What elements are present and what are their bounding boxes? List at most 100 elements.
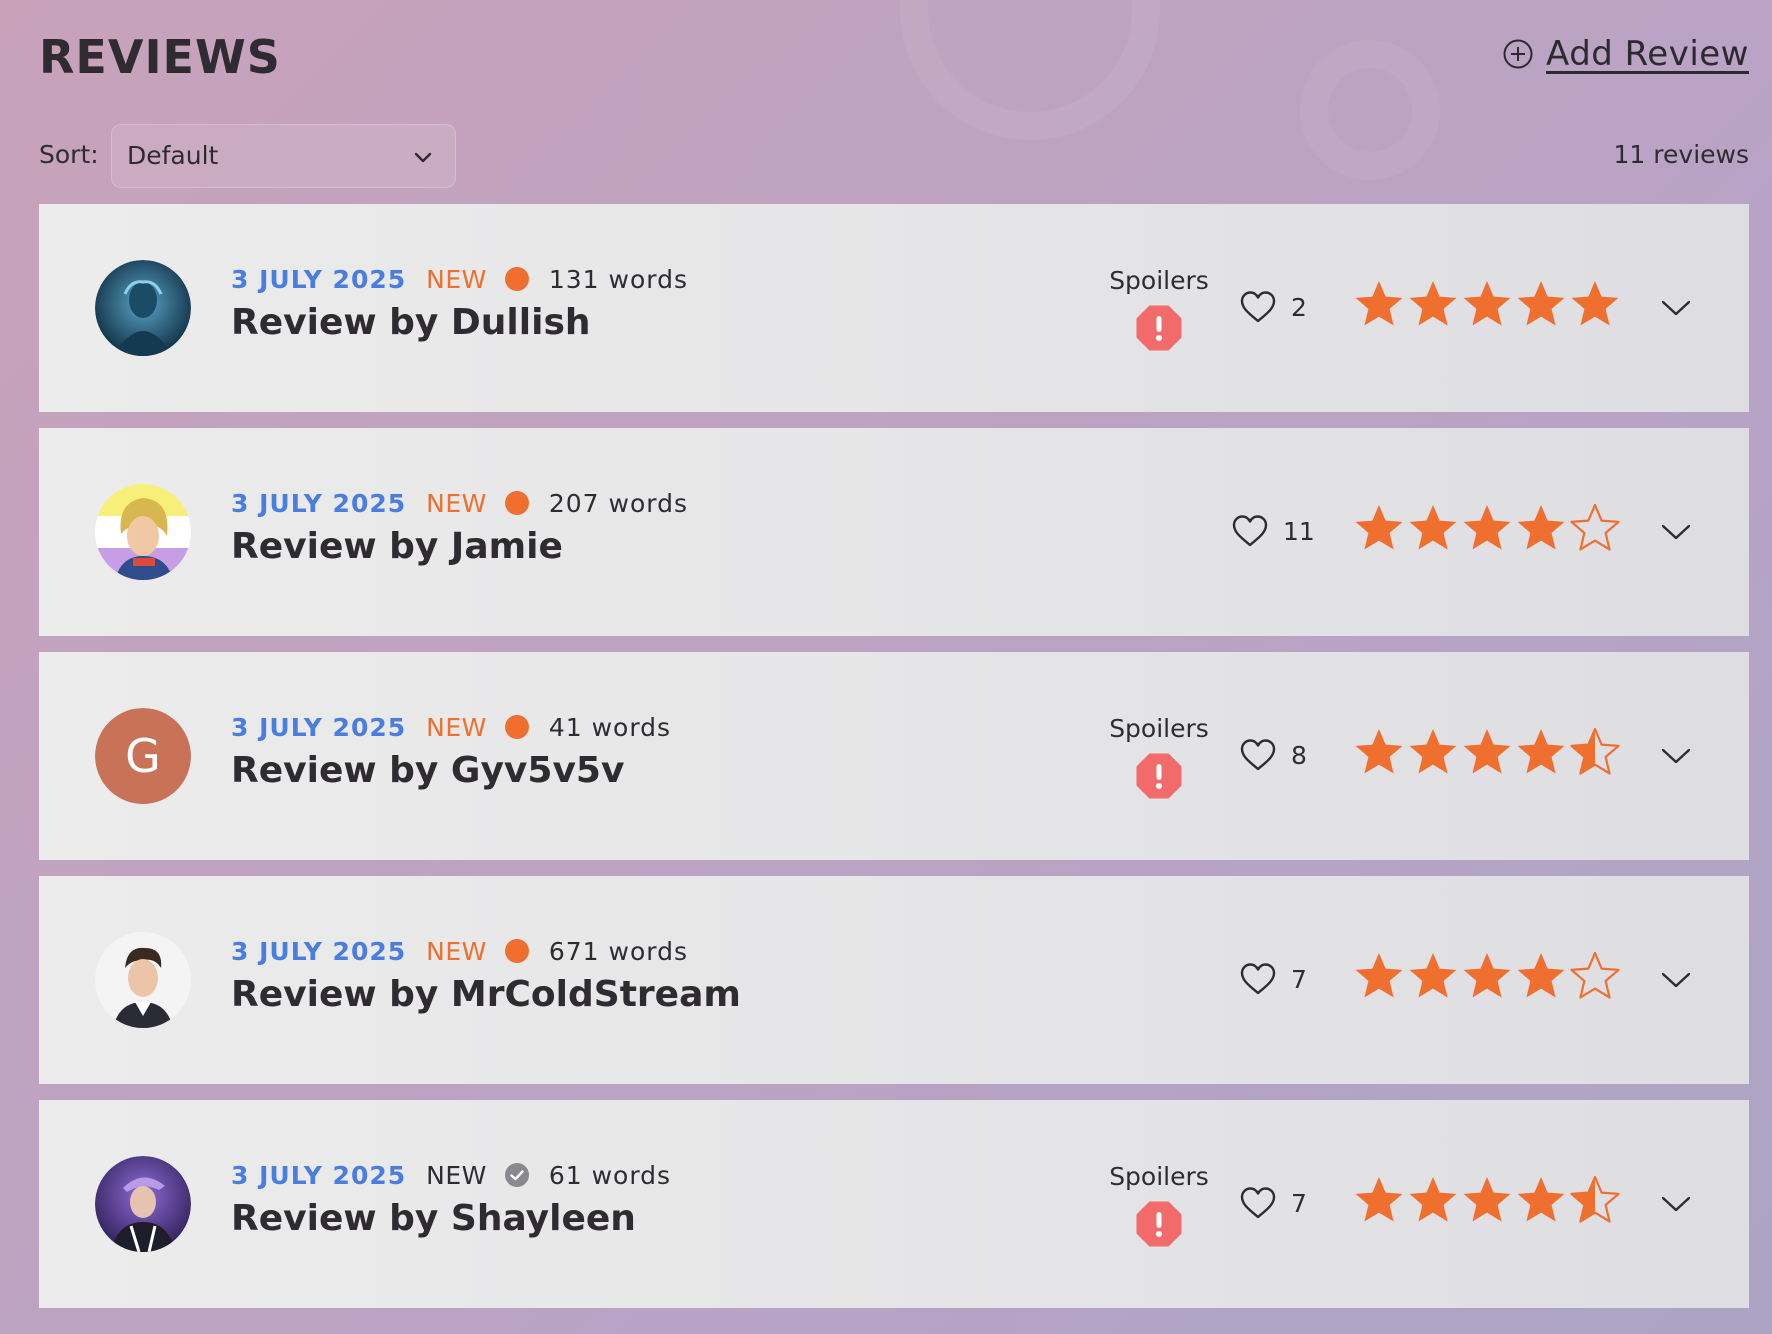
star-filled-icon [1409, 953, 1457, 998]
new-tag: NEW [426, 712, 487, 742]
review-title[interactable]: Review by Gyv5v5v [231, 750, 624, 791]
review-card[interactable]: 3 JULY 2025 NEW 671 words Review by MrColdS… [39, 876, 1749, 1084]
review-title[interactable]: Review by MrColdStream [231, 974, 741, 1015]
sort-dropdown[interactable]: Default [111, 124, 456, 188]
sort-bar: Sort: Default 11 reviews [39, 124, 1749, 188]
like-count: 2 [1291, 292, 1307, 322]
word-count: 207 words [548, 488, 688, 518]
star-filled-icon [1409, 1177, 1457, 1222]
review-meta: 3 JULY 2025 NEW 671 words [231, 936, 688, 966]
add-review-button[interactable]: Add Review [1502, 34, 1749, 74]
star-half-icon [1570, 727, 1620, 775]
sort-label: Sort: [39, 140, 99, 169]
avatar[interactable] [95, 932, 191, 1028]
page-title: REVIEWS [39, 30, 281, 84]
chevron-down-icon[interactable] [1661, 968, 1691, 992]
like-button[interactable]: 2 [1239, 290, 1307, 324]
avatar-letter: G [125, 729, 161, 783]
review-date: 3 JULY 2025 [231, 488, 407, 518]
heart-icon [1232, 515, 1268, 547]
like-count: 7 [1291, 1188, 1307, 1218]
review-meta: 3 JULY 2025 NEW 61 words [231, 1160, 671, 1190]
heart-icon [1240, 291, 1276, 323]
spoiler-warning-icon [1136, 305, 1182, 351]
star-filled-icon [1517, 505, 1565, 550]
new-status-dot-icon [504, 715, 529, 739]
spoiler-warning-icon [1136, 753, 1182, 799]
star-filled-icon [1463, 505, 1511, 550]
like-button[interactable]: 8 [1239, 738, 1307, 772]
avatar[interactable] [95, 1156, 191, 1252]
avatar[interactable]: G [95, 708, 191, 804]
star-filled-icon [1517, 729, 1565, 774]
avatar[interactable] [95, 260, 191, 356]
star-rating [1353, 726, 1621, 778]
add-review-label: Add Review [1546, 34, 1749, 74]
word-count: 41 words [548, 712, 672, 742]
review-card[interactable]: 3 JULY 2025 NEW 131 words Review by Dullish… [39, 204, 1749, 412]
review-title[interactable]: Review by Jamie [231, 526, 563, 567]
star-filled-icon [1463, 953, 1511, 998]
review-meta: 3 JULY 2025 NEW 41 words [231, 712, 671, 742]
star-rating [1353, 278, 1621, 330]
new-tag: NEW [426, 936, 487, 966]
review-date: 3 JULY 2025 [231, 264, 407, 294]
spoilers-indicator: Spoilers [1109, 266, 1209, 351]
star-filled-icon [1355, 281, 1403, 326]
word-count: 61 words [548, 1160, 672, 1190]
review-list: 3 JULY 2025 NEW 131 words Review by Dullish… [39, 204, 1749, 1324]
spoilers-indicator: Spoilers [1109, 714, 1209, 799]
like-button[interactable]: 11 [1231, 514, 1315, 548]
chevron-down-icon[interactable] [1661, 1192, 1691, 1216]
check-circle-icon [504, 1163, 529, 1187]
star-filled-icon [1409, 729, 1457, 774]
avatar[interactable] [95, 484, 191, 580]
sort-selected-value: Default [127, 141, 219, 170]
star-filled-icon [1517, 953, 1565, 998]
star-empty-icon [1570, 503, 1620, 551]
review-date: 3 JULY 2025 [231, 936, 407, 966]
new-status-dot-icon [504, 267, 529, 291]
star-empty-icon [1570, 951, 1620, 999]
chevron-down-icon[interactable] [1661, 296, 1691, 320]
review-date: 3 JULY 2025 [231, 1160, 407, 1190]
new-status-dot-icon [504, 939, 529, 963]
star-rating [1353, 950, 1621, 1002]
review-title[interactable]: Review by Dullish [231, 302, 591, 343]
heart-icon [1240, 739, 1276, 771]
plus-circle-icon [1503, 39, 1533, 69]
review-date: 3 JULY 2025 [231, 712, 407, 742]
star-filled-icon [1463, 1177, 1511, 1222]
heart-icon [1240, 1187, 1276, 1219]
star-filled-icon [1571, 281, 1619, 326]
spoilers-indicator: Spoilers [1109, 1162, 1209, 1247]
like-button[interactable]: 7 [1239, 962, 1307, 996]
like-count: 7 [1291, 964, 1307, 994]
like-count: 11 [1283, 516, 1315, 546]
star-filled-icon [1463, 729, 1511, 774]
new-status-dot-icon [504, 491, 529, 515]
star-filled-icon [1517, 1177, 1565, 1222]
spoilers-label: Spoilers [1109, 714, 1209, 743]
spoilers-label: Spoilers [1109, 1162, 1209, 1191]
review-card[interactable]: 3 JULY 2025 NEW 61 words Review by Shayleen… [39, 1100, 1749, 1308]
chevron-down-icon [414, 152, 432, 163]
review-title[interactable]: Review by Shayleen [231, 1198, 636, 1239]
page-header: REVIEWS Add Review [39, 30, 1749, 90]
chevron-down-icon[interactable] [1661, 744, 1691, 768]
star-filled-icon [1409, 505, 1457, 550]
word-count: 671 words [548, 936, 688, 966]
review-card[interactable]: 3 JULY 2025 NEW 207 words Review by Jamie 11 [39, 428, 1749, 636]
star-filled-icon [1517, 281, 1565, 326]
star-filled-icon [1463, 281, 1511, 326]
review-card[interactable]: G 3 JULY 2025 NEW 41 words Review by Gyv5v5v… [39, 652, 1749, 860]
heart-icon [1240, 963, 1276, 995]
star-filled-icon [1355, 729, 1403, 774]
chevron-down-icon[interactable] [1661, 520, 1691, 544]
star-filled-icon [1355, 505, 1403, 550]
spoiler-warning-icon [1136, 1201, 1182, 1247]
new-tag: NEW [426, 264, 487, 294]
star-filled-icon [1355, 1177, 1403, 1222]
like-button[interactable]: 7 [1239, 1186, 1307, 1220]
new-tag: NEW [426, 488, 487, 518]
